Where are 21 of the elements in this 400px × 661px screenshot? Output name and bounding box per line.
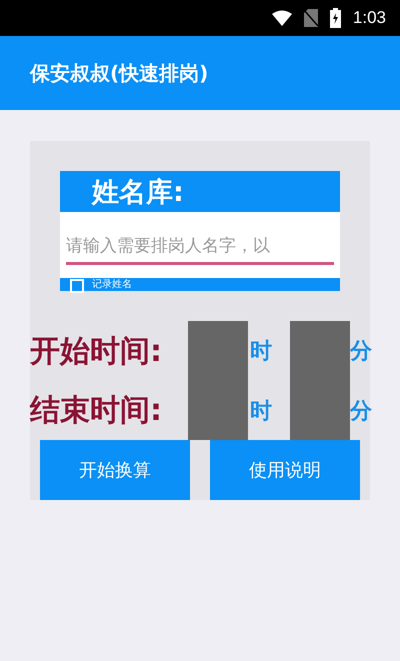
action-button[interactable]: 使用说明: [210, 440, 360, 500]
remember-names-label: 记录姓名: [92, 278, 132, 291]
battery-charging-icon: [330, 8, 341, 28]
minute-input-field[interactable]: [290, 321, 350, 381]
no-sim-icon: [304, 9, 318, 27]
hour-unit: 时: [249, 338, 273, 366]
minute-input-field[interactable]: [290, 381, 350, 440]
checkbox[interactable]: [70, 278, 84, 292]
time-label: 结束时间:: [30, 392, 163, 430]
hour-input-field[interactable]: [188, 321, 248, 381]
action-button[interactable]: 开始换算: [40, 440, 190, 500]
minute-unit: 分: [350, 338, 370, 366]
minute-unit: 分: [350, 398, 370, 426]
name-library-title: 姓名库:: [92, 176, 184, 210]
status-time: 1:03: [352, 8, 386, 28]
names-input-field[interactable]: 请输入需要排岗人名字，以: [60, 212, 340, 278]
time-label: 开始时间:: [30, 332, 163, 370]
wifi-icon: [272, 10, 292, 26]
hour-input-field[interactable]: [188, 381, 248, 440]
hour-unit: 时: [249, 398, 273, 426]
app-title: 保安叔叔(快速排岗): [30, 60, 208, 86]
